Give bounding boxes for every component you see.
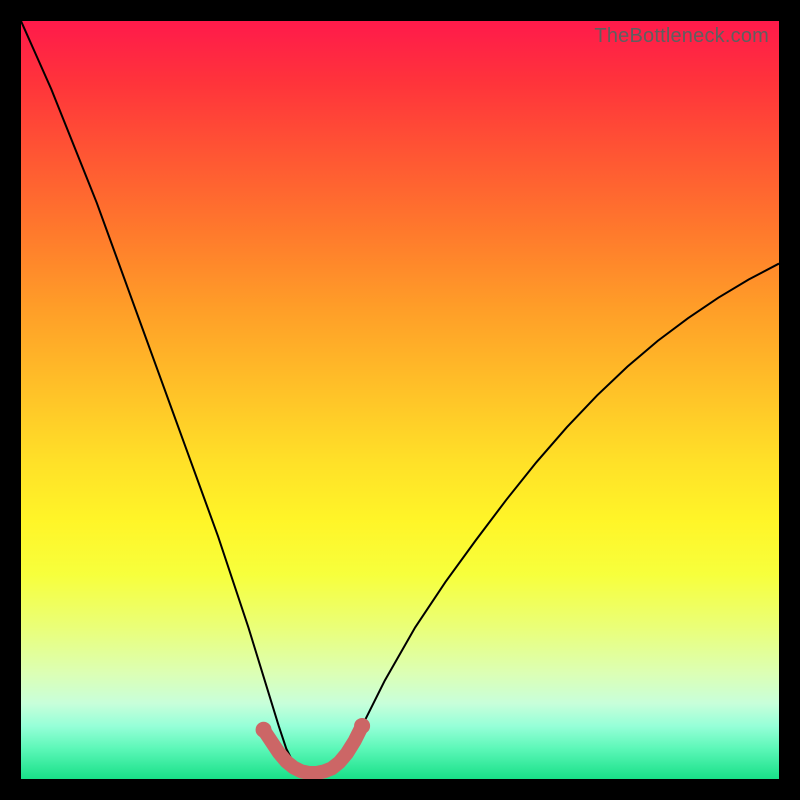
watermark-text: TheBottleneck.com (594, 25, 769, 48)
chart-plot-area: TheBottleneck.com (21, 21, 779, 779)
marker-path (264, 726, 363, 773)
marker-dot (354, 718, 370, 734)
marker-dot (256, 722, 272, 738)
chart-frame: TheBottleneck.com (0, 0, 800, 800)
bottleneck-curve (21, 21, 779, 779)
curve-path (21, 21, 779, 775)
